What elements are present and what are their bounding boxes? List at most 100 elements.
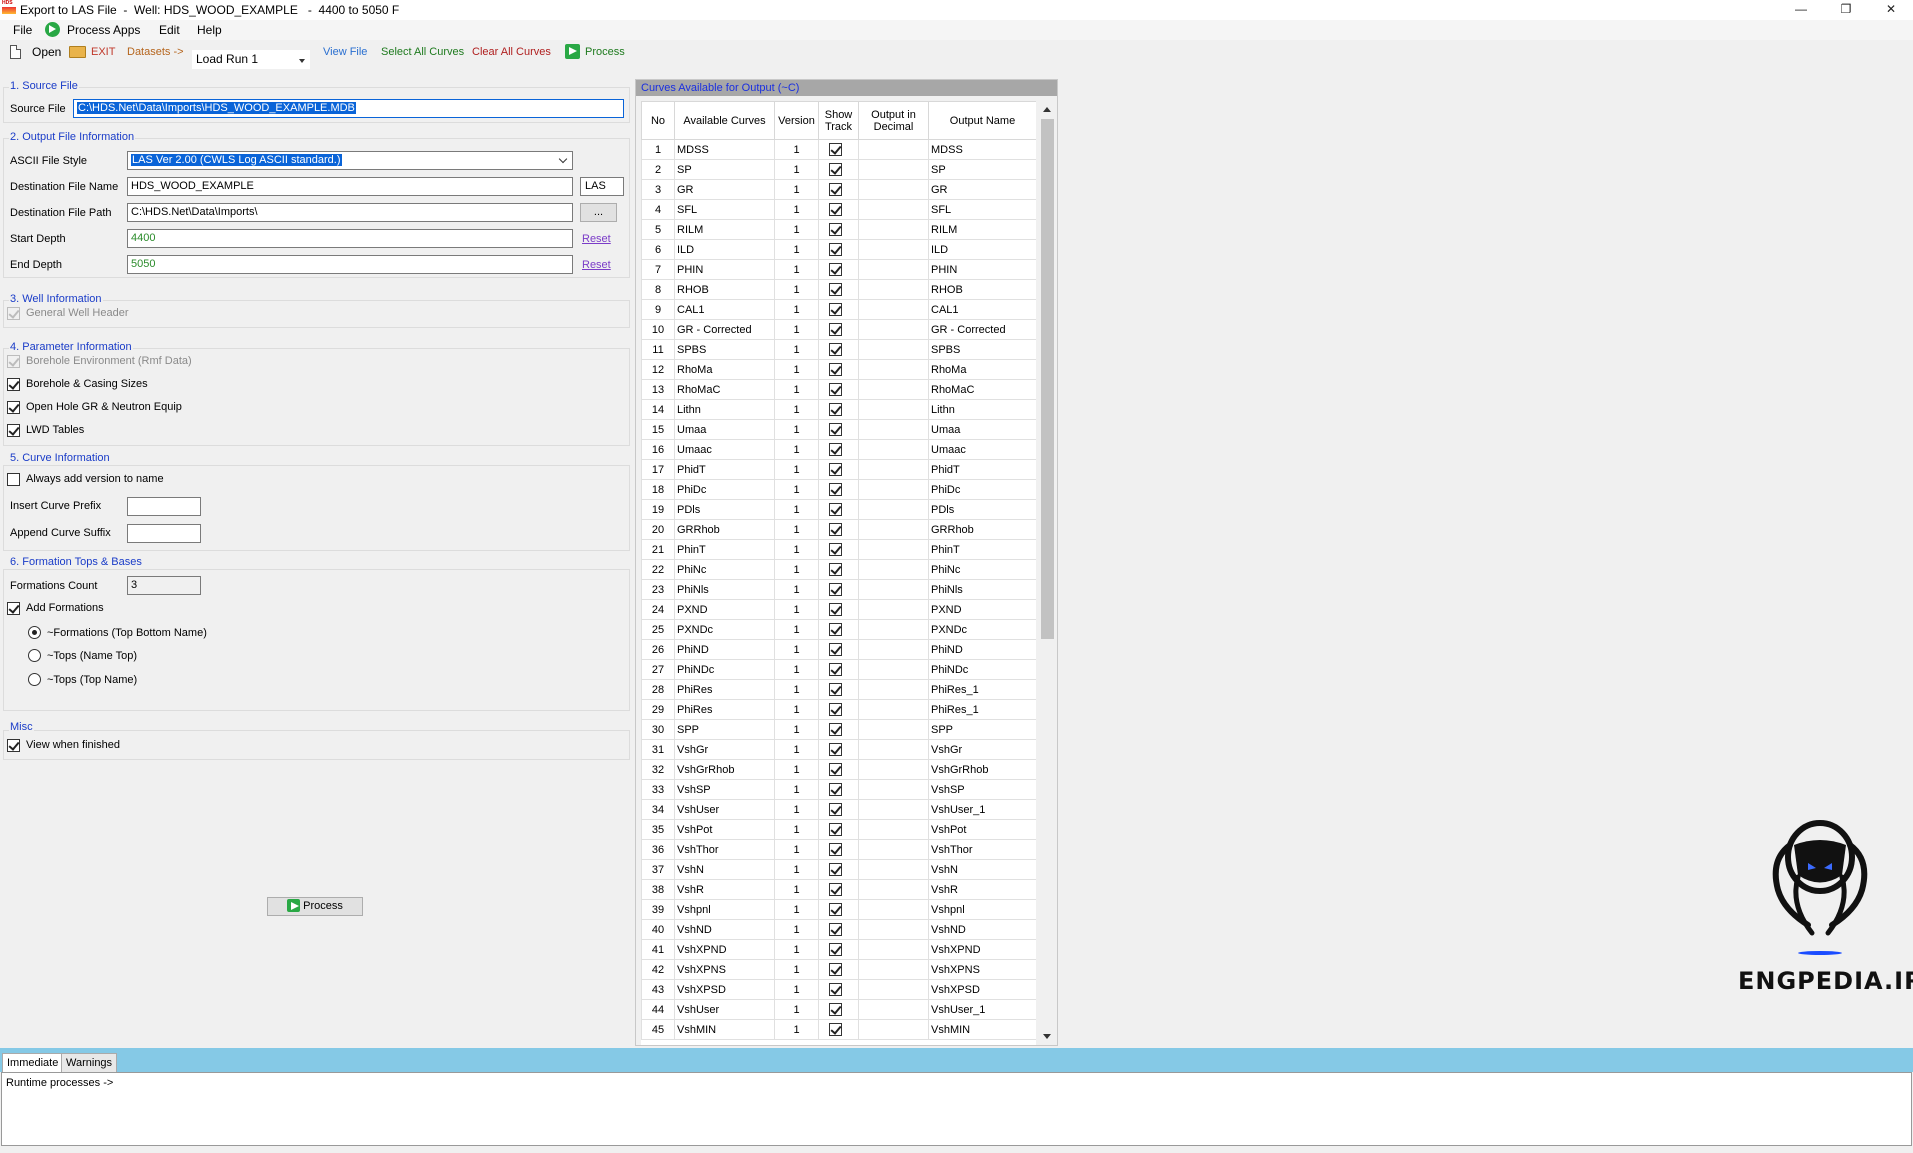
view-file-button[interactable]: View File — [323, 46, 367, 58]
menu-process-apps[interactable]: Process Apps — [67, 23, 140, 37]
cell-output-decimal[interactable] — [858, 699, 929, 720]
table-row[interactable]: 45 VshMIN 1 VshMIN — [641, 1019, 1036, 1040]
cell-version[interactable]: 1 — [774, 239, 819, 260]
show-track-checkbox[interactable] — [829, 243, 842, 256]
cell-output-name[interactable]: PhidT — [928, 459, 1036, 480]
cell-available-curve[interactable]: PXND — [674, 599, 775, 620]
table-row[interactable]: 21 PhinT 1 PhinT — [641, 539, 1036, 560]
cell-no[interactable]: 11 — [641, 339, 675, 360]
table-row[interactable]: 9 CAL1 1 CAL1 — [641, 299, 1036, 320]
add-formations-checkbox[interactable] — [7, 602, 20, 615]
cell-version[interactable]: 1 — [774, 299, 819, 320]
reset-end-link[interactable]: Reset — [582, 259, 611, 271]
cell-available-curve[interactable]: VshR — [674, 879, 775, 900]
cell-show-track[interactable] — [818, 539, 859, 560]
cell-output-name[interactable]: ILD — [928, 239, 1036, 260]
cell-show-track[interactable] — [818, 319, 859, 340]
cell-show-track[interactable] — [818, 239, 859, 260]
cell-available-curve[interactable]: VshN — [674, 859, 775, 880]
cell-show-track[interactable] — [818, 679, 859, 700]
cell-show-track[interactable] — [818, 619, 859, 640]
cell-available-curve[interactable]: VshGr — [674, 739, 775, 760]
table-row[interactable]: 10 GR - Corrected 1 GR - Corrected — [641, 319, 1036, 340]
cell-version[interactable]: 1 — [774, 679, 819, 700]
show-track-checkbox[interactable] — [829, 983, 842, 996]
table-row[interactable]: 33 VshSP 1 VshSP — [641, 779, 1036, 800]
cell-output-decimal[interactable] — [858, 219, 929, 240]
cell-version[interactable]: 1 — [774, 599, 819, 620]
show-track-checkbox[interactable] — [829, 183, 842, 196]
cell-output-name[interactable]: VshND — [928, 919, 1036, 940]
cell-output-decimal[interactable] — [858, 879, 929, 900]
cell-available-curve[interactable]: SPP — [674, 719, 775, 740]
cell-no[interactable]: 27 — [641, 659, 675, 680]
table-row[interactable]: 36 VshThor 1 VshThor — [641, 839, 1036, 860]
cell-no[interactable]: 30 — [641, 719, 675, 740]
open-hole-checkbox[interactable] — [7, 401, 20, 414]
cell-output-name[interactable]: Vshpnl — [928, 899, 1036, 920]
show-track-checkbox[interactable] — [829, 643, 842, 656]
close-button[interactable]: ✕ — [1869, 0, 1913, 20]
cell-version[interactable]: 1 — [774, 319, 819, 340]
cell-version[interactable]: 1 — [774, 379, 819, 400]
process-button[interactable]: Process — [267, 897, 363, 916]
show-track-checkbox[interactable] — [829, 763, 842, 776]
cell-output-decimal[interactable] — [858, 679, 929, 700]
cell-version[interactable]: 1 — [774, 499, 819, 520]
cell-no[interactable]: 14 — [641, 399, 675, 420]
table-row[interactable]: 4 SFL 1 SFL — [641, 199, 1036, 220]
table-row[interactable]: 19 PDls 1 PDls — [641, 499, 1036, 520]
cell-output-decimal[interactable] — [858, 659, 929, 680]
table-row[interactable]: 32 VshGrRhob 1 VshGrRhob — [641, 759, 1036, 780]
suffix-input[interactable] — [127, 524, 201, 543]
cell-output-decimal[interactable] — [858, 139, 929, 160]
table-row[interactable]: 26 PhiND 1 PhiND — [641, 639, 1036, 660]
table-row[interactable]: 28 PhiRes 1 PhiRes_1 — [641, 679, 1036, 700]
cell-version[interactable]: 1 — [774, 979, 819, 1000]
show-track-checkbox[interactable] — [829, 1023, 842, 1036]
cell-output-decimal[interactable] — [858, 179, 929, 200]
cell-show-track[interactable] — [818, 339, 859, 360]
show-track-checkbox[interactable] — [829, 423, 842, 436]
table-row[interactable]: 29 PhiRes 1 PhiRes_1 — [641, 699, 1036, 720]
cell-available-curve[interactable]: VshThor — [674, 839, 775, 860]
cell-available-curve[interactable]: VshUser — [674, 799, 775, 820]
cell-version[interactable]: 1 — [774, 799, 819, 820]
cell-no[interactable]: 19 — [641, 499, 675, 520]
table-row[interactable]: 2 SP 1 SP — [641, 159, 1036, 180]
table-row[interactable]: 30 SPP 1 SPP — [641, 719, 1036, 740]
show-track-checkbox[interactable] — [829, 963, 842, 976]
cell-show-track[interactable] — [818, 359, 859, 380]
cell-version[interactable]: 1 — [774, 439, 819, 460]
cell-available-curve[interactable]: VshPot — [674, 819, 775, 840]
menu-help[interactable]: Help — [197, 23, 222, 37]
cell-version[interactable]: 1 — [774, 459, 819, 480]
cell-available-curve[interactable]: PXNDc — [674, 619, 775, 640]
cell-no[interactable]: 40 — [641, 919, 675, 940]
open-button[interactable]: Open — [32, 45, 61, 59]
cell-version[interactable]: 1 — [774, 779, 819, 800]
cell-show-track[interactable] — [818, 379, 859, 400]
cell-output-decimal[interactable] — [858, 279, 929, 300]
cell-output-name[interactable]: Umaa — [928, 419, 1036, 440]
cell-version[interactable]: 1 — [774, 899, 819, 920]
cell-available-curve[interactable]: PhiNls — [674, 579, 775, 600]
scroll-down-icon[interactable] — [1043, 1034, 1051, 1039]
menu-file[interactable]: File — [13, 23, 32, 37]
cell-show-track[interactable] — [818, 899, 859, 920]
show-track-checkbox[interactable] — [829, 663, 842, 676]
show-track-checkbox[interactable] — [829, 483, 842, 496]
table-row[interactable]: 17 PhidT 1 PhidT — [641, 459, 1036, 480]
reset-start-link[interactable]: Reset — [582, 233, 611, 245]
cell-no[interactable]: 9 — [641, 299, 675, 320]
cell-version[interactable]: 1 — [774, 999, 819, 1020]
cell-show-track[interactable] — [818, 199, 859, 220]
cell-available-curve[interactable]: VshXPNS — [674, 959, 775, 980]
cell-no[interactable]: 10 — [641, 319, 675, 340]
cell-version[interactable]: 1 — [774, 959, 819, 980]
cell-show-track[interactable] — [818, 299, 859, 320]
table-row[interactable]: 1 MDSS 1 MDSS — [641, 139, 1036, 160]
cell-output-decimal[interactable] — [858, 579, 929, 600]
cell-no[interactable]: 21 — [641, 539, 675, 560]
cell-show-track[interactable] — [818, 399, 859, 420]
